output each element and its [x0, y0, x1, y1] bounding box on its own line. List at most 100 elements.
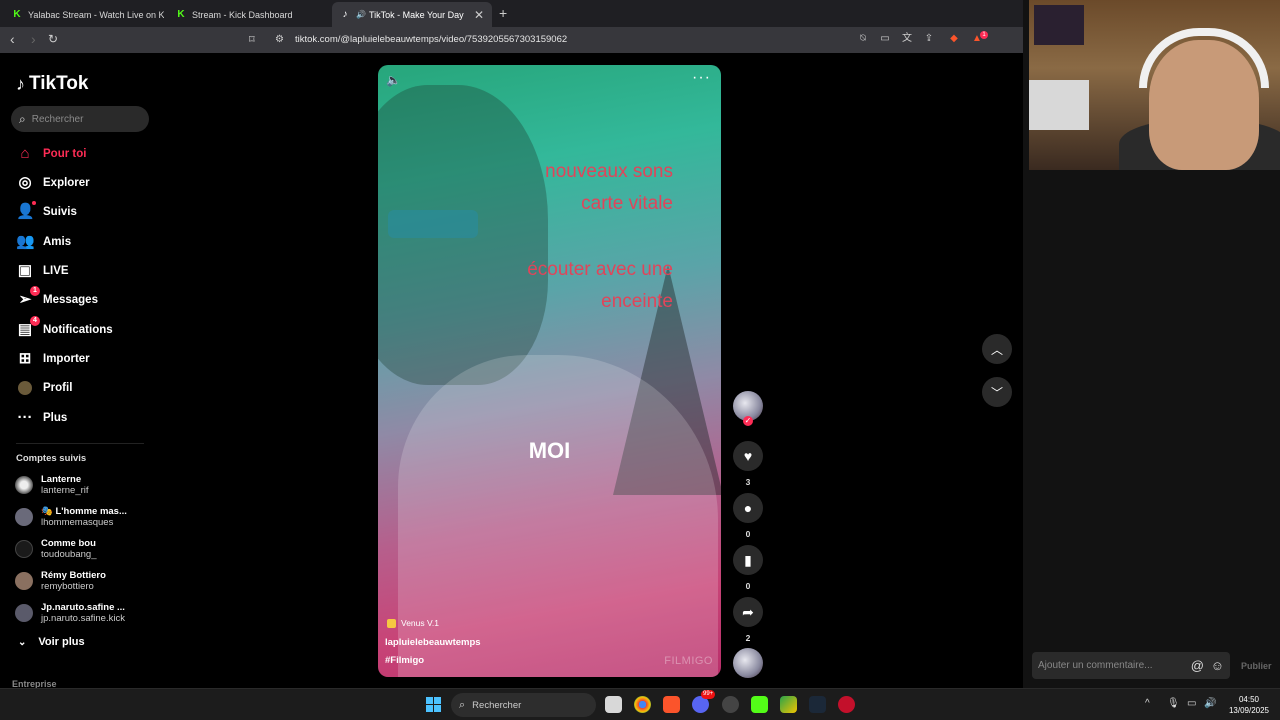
followed-account[interactable]: Rémy Bottiero remybottiero: [15, 570, 106, 592]
follow-plus-icon[interactable]: ✓: [743, 416, 753, 426]
nav-live[interactable]: ▣ LIVE: [16, 262, 69, 280]
microphone-icon[interactable]: 🎙: [1167, 698, 1180, 709]
creator-avatar[interactable]: ✓: [733, 391, 763, 426]
share-arrow-icon: ➦: [733, 597, 763, 627]
nav-label: LIVE: [43, 265, 69, 277]
music-label: Venus V.1: [401, 618, 439, 628]
network-icon[interactable]: ▭: [1187, 698, 1196, 709]
tab-bar: K Yalabac Stream - Watch Live on Kick K …: [0, 0, 1029, 27]
account-name: Rémy Bottiero: [41, 570, 106, 581]
nav-label: Profil: [43, 382, 73, 394]
tiktok-logo[interactable]: ♪ TikTok: [16, 73, 88, 95]
tab-label: Yalabac Stream - Watch Live on Kick: [28, 9, 164, 20]
comment-button[interactable]: ● 0: [733, 493, 763, 539]
compass-icon: ◎: [18, 174, 32, 191]
heart-icon: ♥: [733, 441, 763, 471]
share-button[interactable]: ➦ 2: [733, 597, 763, 643]
comment-input[interactable]: Ajouter un commentaire... @ ☺: [1032, 652, 1230, 679]
more-options-icon[interactable]: ···: [692, 69, 711, 87]
nav-explorer[interactable]: ◎ Explorer: [16, 174, 89, 192]
followed-account[interactable]: Comme bou toudoubang_: [15, 538, 96, 560]
video-caption-line: écouter avec une: [527, 259, 673, 280]
brave-shields-icon[interactable]: ◆: [948, 33, 960, 45]
share-icon[interactable]: ⇪: [923, 33, 935, 45]
avatar: [15, 476, 33, 494]
browser-window: K Yalabac Stream - Watch Live on Kick K …: [0, 0, 1029, 689]
brave-icon[interactable]: [663, 696, 680, 713]
windows-start-icon[interactable]: [426, 697, 441, 712]
followed-account[interactable]: Lanterne lanterne_rif: [15, 474, 89, 496]
search-input[interactable]: ⌕ Rechercher: [11, 106, 149, 132]
video-author[interactable]: lapluielebeauwtemps: [385, 637, 481, 648]
bookmark-icon[interactable]: ⌑: [249, 33, 255, 46]
app-icon[interactable]: [780, 696, 797, 713]
chevron-down-icon: ⌄: [18, 636, 27, 648]
music-tag[interactable]: Venus V.1: [387, 618, 439, 628]
cast-icon[interactable]: ▭: [879, 33, 891, 45]
new-tab-button[interactable]: +: [499, 5, 507, 21]
translate-icon[interactable]: 文: [901, 33, 913, 45]
nav-pour-toi[interactable]: ⌂ Pour toi: [16, 145, 86, 163]
reload-icon[interactable]: ↻: [48, 32, 58, 46]
system-clock[interactable]: 04:50 13/09/2025: [1222, 694, 1276, 716]
back-icon[interactable]: ‹: [10, 31, 15, 47]
chrome-icon[interactable]: [634, 696, 651, 713]
see-more-button[interactable]: ⌄ Voir plus: [18, 636, 85, 648]
profile-icon: [16, 379, 34, 397]
friends-icon: 👥: [16, 233, 35, 250]
nav-amis[interactable]: 👥 Amis: [16, 233, 71, 251]
video-player[interactable]: 🔈 ··· nouveaux sons carte vitale écouter…: [378, 65, 721, 677]
tab-tiktok[interactable]: ♪ 🔊 TikTok - Make Your Day ✕: [332, 2, 492, 27]
clock-date: 13/09/2025: [1228, 706, 1270, 715]
nav-suivis[interactable]: 👤 Suivis: [16, 201, 77, 221]
publish-button[interactable]: Publier: [1241, 661, 1272, 671]
followed-account[interactable]: 🎭 L'homme mas... lhommemasques: [15, 506, 127, 528]
webcam-headset: [1139, 28, 1269, 88]
no-video-icon[interactable]: ⍉: [857, 33, 869, 45]
tray-overflow-icon[interactable]: ^: [1145, 698, 1150, 709]
sound-avatar[interactable]: [733, 648, 763, 678]
more-icon: ···: [17, 409, 33, 426]
live-icon: ▣: [17, 262, 33, 279]
avatar: [15, 604, 33, 622]
nav-importer[interactable]: ⊞ Importer: [16, 350, 90, 368]
forward-icon[interactable]: ›: [31, 31, 36, 47]
mention-icon[interactable]: @: [1191, 658, 1204, 673]
windows-taskbar: ⌕ Rechercher 99+ ^ 🎙 ▭ 🔊 04:50 13/09/202…: [0, 688, 1280, 720]
taskbar-search[interactable]: ⌕ Rechercher: [451, 693, 596, 717]
share-count: 2: [745, 633, 751, 643]
nav-notifications[interactable]: ▤ 4 Notifications: [16, 316, 113, 339]
tab-kick-stream[interactable]: K Yalabac Stream - Watch Live on Kick: [4, 2, 164, 27]
volume-icon[interactable]: 🔈: [386, 73, 401, 87]
following-icon: 👤: [16, 201, 36, 220]
account-name: Jp.naruto.safine ...: [41, 602, 125, 613]
media-app-icon[interactable]: [838, 696, 855, 713]
next-video-button[interactable]: ﹀: [982, 377, 1012, 407]
file-explorer-icon[interactable]: [605, 696, 622, 713]
obs-icon[interactable]: [722, 696, 739, 713]
volume-tray-icon[interactable]: 🔊: [1204, 698, 1216, 709]
site-settings-icon[interactable]: ⚙: [275, 34, 284, 45]
url-field[interactable]: tiktok.com/@lapluielebeauwtemps/video/75…: [295, 34, 567, 45]
search-icon: ⌕: [459, 698, 466, 711]
save-button[interactable]: ▮ 0: [733, 545, 763, 591]
tab-label: Stream - Kick Dashboard: [192, 9, 293, 20]
tab-kick-dashboard[interactable]: K Stream - Kick Dashboard: [168, 2, 328, 27]
nav-plus[interactable]: ··· Plus: [16, 409, 68, 427]
avatar: [15, 540, 33, 558]
account-handle: remybottiero: [41, 581, 94, 592]
like-button[interactable]: ♥ 3: [733, 441, 763, 487]
comment-count: 0: [745, 529, 751, 539]
video-caption-line: nouveaux sons: [545, 161, 673, 182]
steam-icon[interactable]: [809, 696, 826, 713]
followed-account[interactable]: Jp.naruto.safine ... jp.naruto.safine.ki…: [15, 602, 125, 624]
nav-profil[interactable]: Profil: [16, 379, 72, 397]
video-hashtag[interactable]: #Filmigo: [385, 655, 424, 666]
emoji-icon[interactable]: ☺: [1211, 658, 1224, 673]
close-icon[interactable]: ✕: [474, 8, 484, 22]
kick-app-icon[interactable]: [751, 696, 768, 713]
previous-video-button[interactable]: ︿: [982, 334, 1012, 364]
discord-icon[interactable]: 99+: [692, 690, 716, 713]
nav-messages[interactable]: ➢ 1 Messages: [16, 286, 98, 309]
messages-badge: 1: [30, 286, 40, 296]
